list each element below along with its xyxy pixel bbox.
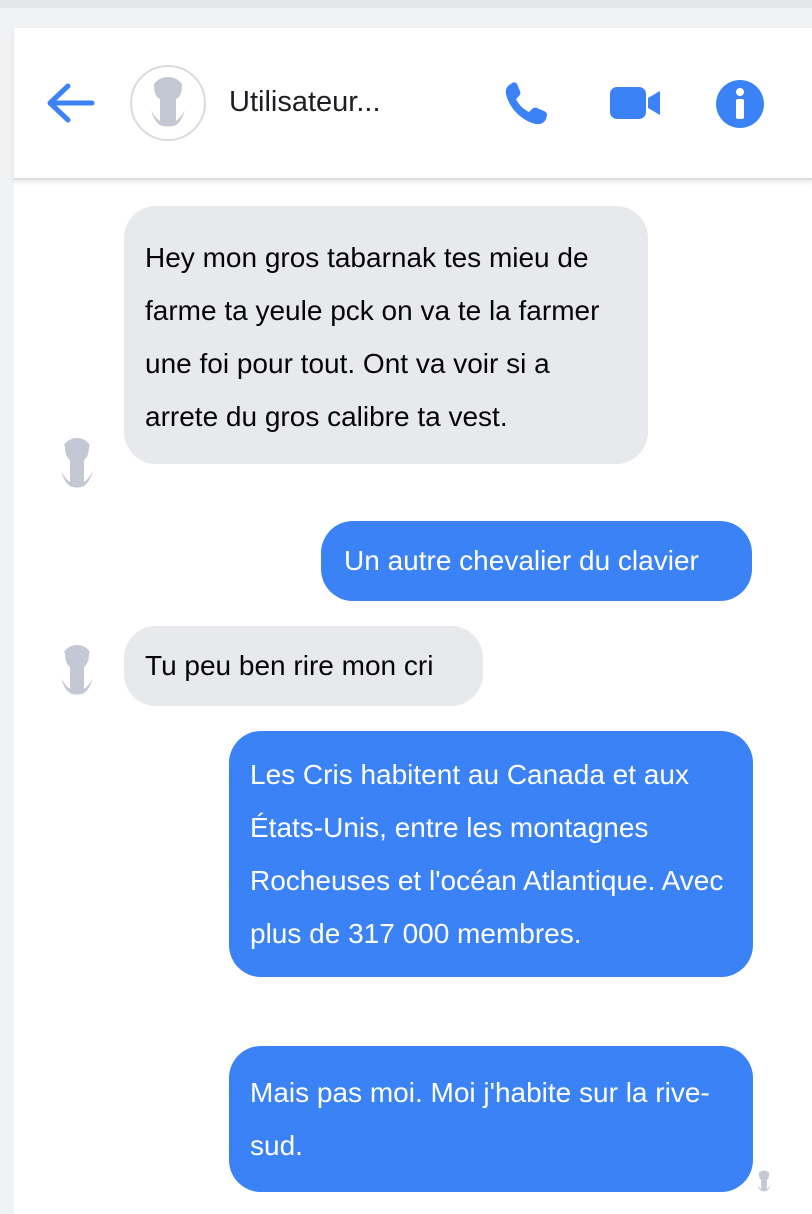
- contact-avatar[interactable]: [130, 65, 206, 141]
- avatar-placeholder-icon: [148, 77, 188, 127]
- conversation-panel: Utilisateur... Hey mon gros tabarnak tes…: [14, 28, 812, 1214]
- top-bar: [0, 0, 812, 8]
- avatar-placeholder-icon: [58, 438, 96, 488]
- incoming-message[interactable]: Hey mon gros tabarnak tes mieu de farme …: [124, 206, 648, 464]
- info-icon[interactable]: [714, 78, 766, 130]
- sender-avatar[interactable]: [46, 639, 108, 701]
- video-camera-icon[interactable]: [608, 83, 664, 123]
- read-receipt-avatar: [751, 1168, 777, 1194]
- outgoing-message[interactable]: Les Cris habitent au Canada et aux États…: [229, 731, 753, 977]
- contact-name[interactable]: Utilisateur...: [229, 86, 381, 119]
- sender-avatar[interactable]: [46, 432, 108, 494]
- outgoing-message[interactable]: Un autre chevalier du clavier: [321, 521, 752, 601]
- chat-header: Utilisateur...: [14, 28, 812, 180]
- phone-icon[interactable]: [502, 80, 552, 128]
- back-arrow-icon[interactable]: [44, 78, 96, 128]
- avatar-placeholder-icon: [58, 645, 96, 695]
- incoming-message[interactable]: Tu peu ben rire mon cri: [124, 626, 483, 706]
- outgoing-message[interactable]: Mais pas moi. Moi j'habite sur la rive-s…: [229, 1046, 753, 1192]
- avatar-placeholder-icon: [751, 1168, 777, 1194]
